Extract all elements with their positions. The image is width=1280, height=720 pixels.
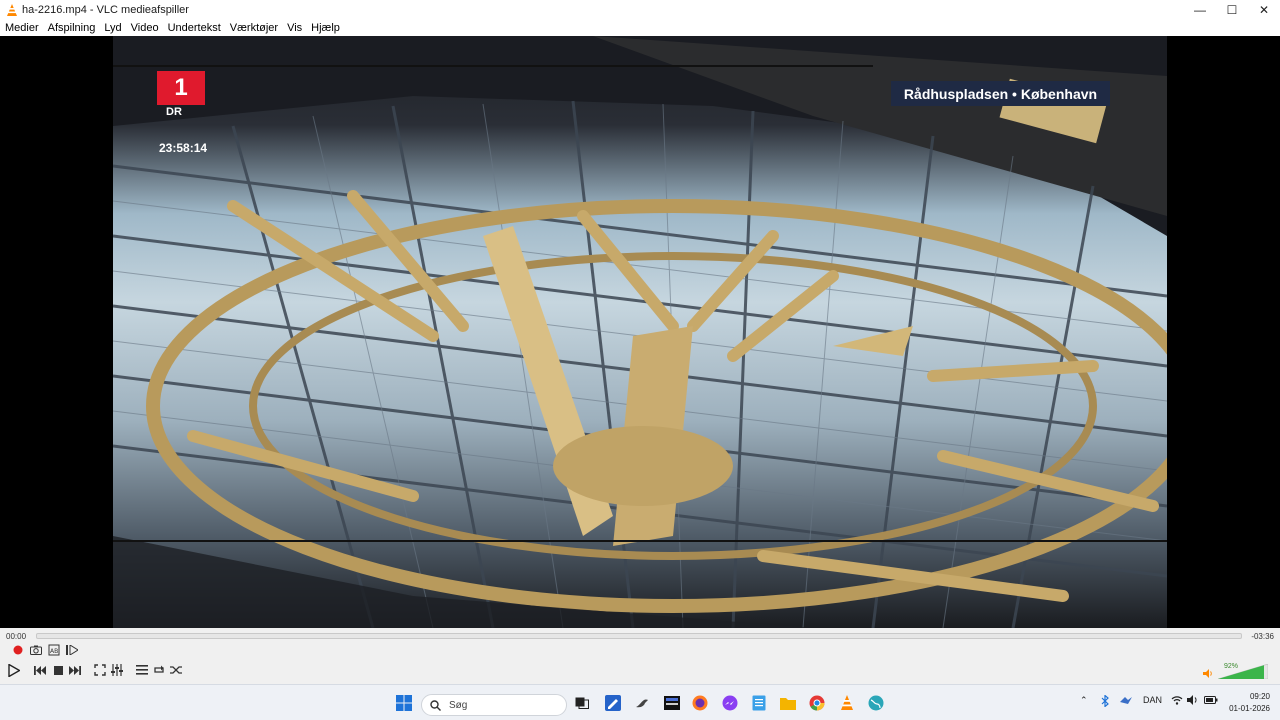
playlist-icon [136,665,148,675]
tray-overflow-icon[interactable]: ⌃ [1080,695,1088,706]
play-button[interactable] [5,661,23,679]
menu-hjaelp[interactable]: Hjælp [311,22,340,34]
playback-controls: 00:00 -03:36 [0,628,1280,684]
location-caption: Rådhuspladsen • København [891,81,1110,106]
fullscreen-button[interactable] [92,662,108,678]
pen-note-icon [605,695,621,711]
menu-afspilning[interactable]: Afspilning [48,22,96,34]
firefox-icon [692,695,708,711]
loop-ab-icon: AB [48,644,60,656]
equalizer-icon [111,664,123,676]
folder-icon [780,698,796,710]
loop-ab-button[interactable]: AB [46,642,62,658]
globe-icon [868,695,884,711]
input-language[interactable]: DAN [1143,695,1162,705]
search-placeholder: Søg [449,699,468,711]
menu-medier[interactable]: Medier [5,22,39,34]
fullscreen-icon [94,664,106,676]
notepad-icon [752,695,766,711]
title-bar[interactable]: ha-2216.mp4 - VLC medieafspiller — ☐ ✕ [0,0,1280,20]
shuffle-button[interactable] [168,662,184,678]
svg-text:AB: AB [50,648,58,655]
maximize-button[interactable]: ☐ [1216,0,1248,20]
video-frame [113,36,1167,628]
next-button[interactable] [67,662,83,678]
record-icon [13,645,23,655]
taskbar-app-notepad[interactable] [749,693,769,713]
loop-button[interactable] [151,662,167,678]
window-title: ha-2216.mp4 - VLC medieafspiller [22,4,189,16]
speaker-icon [1203,668,1212,678]
screen-board-icon [664,696,680,710]
search-icon [430,699,441,711]
bluetooth-icon[interactable] [1101,694,1110,709]
seek-bar[interactable] [36,633,1242,639]
menu-video[interactable]: Video [131,22,159,34]
taskbar-app-bird[interactable] [632,693,652,713]
taskbar-clock[interactable]: 09:20 01-01-2026 [1229,691,1270,715]
taskbar-app-notes[interactable] [603,693,623,713]
menu-vaerktoejer[interactable]: Værktøjer [230,22,278,34]
shuffle-icon [170,666,182,674]
previous-button[interactable] [32,662,48,678]
minimize-button[interactable]: — [1184,0,1216,20]
vlc-cone-icon [4,2,20,18]
volume-slider-graphic [1217,663,1269,680]
video-area[interactable]: Rådhuspladsen • København [0,36,1280,628]
windows-taskbar: Søg ⌃ DAN 09:20 01-01-2026 [0,684,1280,720]
taskbar-app-messenger[interactable] [720,693,740,713]
vlc-cone-icon [841,695,853,710]
skip-forward-icon [69,665,81,675]
bird-icon [636,699,648,708]
menu-bar: Medier Afspilning Lyd Video Undertekst V… [0,20,1280,36]
task-view-button[interactable] [572,693,592,713]
mute-button[interactable] [1202,667,1214,679]
taskbar-app-vlc[interactable] [837,693,857,713]
volume-slider[interactable] [1217,663,1269,680]
chrome-icon [809,695,825,711]
wifi-icon[interactable] [1171,695,1183,707]
clock-date: 01-01-2026 [1229,704,1270,713]
stop-button[interactable] [50,662,66,678]
taskbar-app-board[interactable] [662,693,682,713]
taskbar-app-explorer[interactable] [778,693,798,713]
record-button[interactable] [10,642,26,658]
windows-logo-icon [396,695,412,711]
taskbar-app-chrome[interactable] [807,693,827,713]
dr-channel-sub: DR [166,106,182,118]
tray-app-icon[interactable] [1120,695,1132,707]
start-button[interactable] [394,693,414,713]
clock-time: 09:20 [1249,692,1270,701]
volume-tray-icon[interactable] [1187,695,1199,707]
loop-icon [154,665,164,673]
messenger-icon [722,695,738,711]
broadcast-timestamp: 23:58:14 [159,141,208,155]
task-view-icon [575,697,589,709]
frame-step-icon [66,645,78,655]
remaining-time: -03:36 [1251,632,1274,641]
ceiling-scene [113,36,1167,628]
close-button[interactable]: ✕ [1248,0,1280,20]
taskbar-app-firefox[interactable] [690,693,710,713]
taskbar-search[interactable]: Søg [421,694,567,716]
camera-icon [30,645,42,655]
menu-undertekst[interactable]: Undertekst [168,22,221,34]
dr1-channel-logo: 1 [157,71,205,105]
extended-settings-button[interactable] [109,662,125,678]
menu-vis[interactable]: Vis [287,22,302,34]
play-icon [8,663,20,677]
snapshot-button[interactable] [28,642,44,658]
taskbar-app-globe[interactable] [866,693,886,713]
frame-step-button[interactable] [64,642,80,658]
skip-back-icon [34,665,46,675]
battery-icon[interactable] [1204,695,1218,707]
stop-icon [53,665,63,675]
playlist-button[interactable] [134,662,150,678]
menu-lyd[interactable]: Lyd [104,22,121,34]
elapsed-time: 00:00 [6,632,27,641]
